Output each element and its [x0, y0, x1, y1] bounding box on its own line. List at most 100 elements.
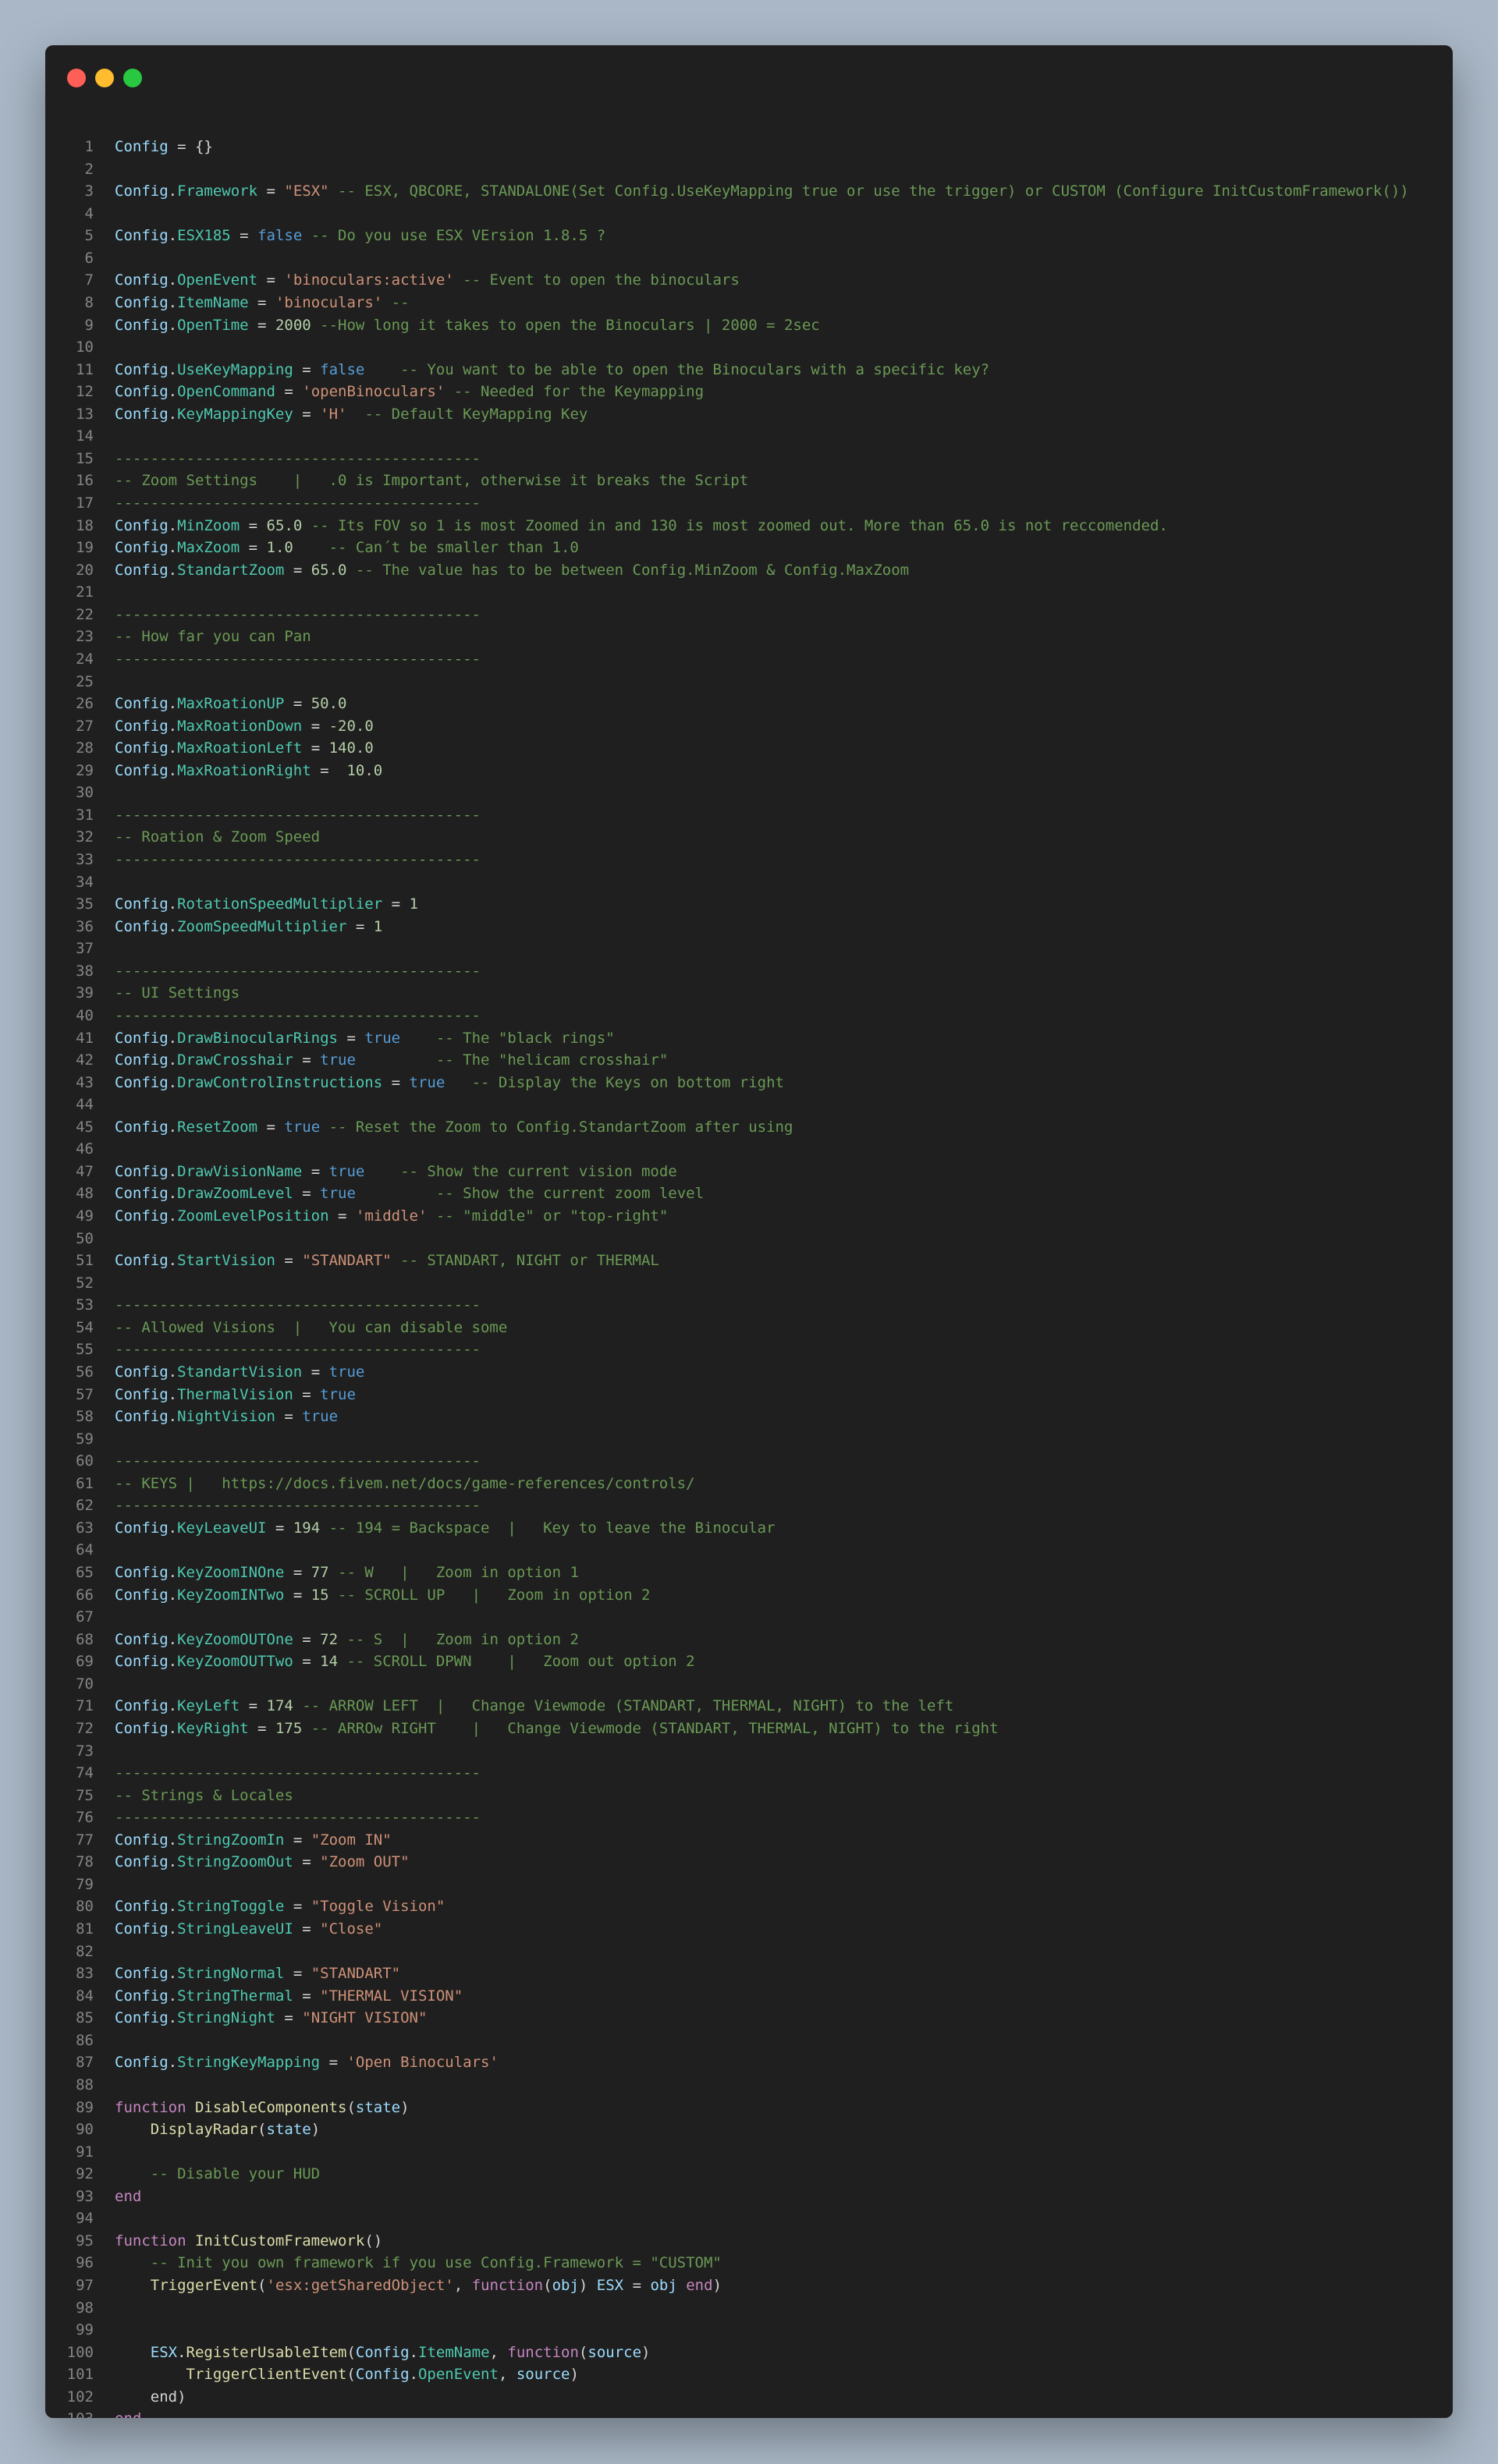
code-line[interactable]: 80 Config.StringToggle = "Toggle Vision"	[45, 1895, 1453, 1918]
code-line[interactable]: 78 Config.StringZoomOut = "Zoom OUT"	[45, 1851, 1453, 1874]
code-line[interactable]: 50	[45, 1228, 1453, 1250]
code-line[interactable]: 26 Config.MaxRoationUP = 50.0	[45, 693, 1453, 715]
code-line[interactable]: 100 ESX.RegisterUsableItem(Config.ItemNa…	[45, 2342, 1453, 2364]
code-line[interactable]: 88	[45, 2074, 1453, 2097]
code-line[interactable]: 99	[45, 2319, 1453, 2342]
code-line[interactable]: 65 Config.KeyZoomINOne = 77 -- W | Zoom i…	[45, 1562, 1453, 1584]
code-line[interactable]: 82	[45, 1941, 1453, 1963]
code-line[interactable]: 57 Config.ThermalVision = true	[45, 1384, 1453, 1406]
code-line[interactable]: 62 --------------------------------------…	[45, 1494, 1453, 1517]
code-line[interactable]: 69 Config.KeyZoomOUTTwo = 14 -- SCROLL DP…	[45, 1650, 1453, 1673]
code-line[interactable]: 83 Config.StringNormal = "STANDART"	[45, 1962, 1453, 1985]
code-line[interactable]: 44	[45, 1094, 1453, 1116]
code-line[interactable]: 38 --------------------------------------…	[45, 960, 1453, 983]
code-line[interactable]: 97 TriggerEvent('esx:getSharedObject', f…	[45, 2274, 1453, 2297]
code-line[interactable]: 8 Config.ItemName = 'binoculars' --	[45, 292, 1453, 314]
code-line[interactable]: 58 Config.NightVision = true	[45, 1406, 1453, 1428]
code-line[interactable]: 93 end	[45, 2186, 1453, 2208]
code-line[interactable]: 81 Config.StringLeaveUI = "Close"	[45, 1918, 1453, 1941]
code-line[interactable]: 17 --------------------------------------…	[45, 492, 1453, 515]
code-line[interactable]: 20 Config.StandartZoom = 65.0 -- The valu…	[45, 559, 1453, 582]
code-line[interactable]: 30	[45, 782, 1453, 804]
code-line[interactable]: 42 Config.DrawCrosshair = true -- The "he…	[45, 1049, 1453, 1072]
code-line[interactable]: 11 Config.UseKeyMapping = false -- You wa…	[45, 359, 1453, 381]
code-line[interactable]: 14	[45, 425, 1453, 448]
code-line[interactable]: 12 Config.OpenCommand = 'openBinoculars' …	[45, 381, 1453, 403]
code-line[interactable]: 16 -- Zoom Settings | .0 is Important, ot…	[45, 470, 1453, 492]
code-line[interactable]: 71 Config.KeyLeft = 174 -- ARROW LEFT | C…	[45, 1695, 1453, 1718]
code-line[interactable]: 74 --------------------------------------…	[45, 1762, 1453, 1785]
code-line[interactable]: 48 Config.DrawZoomLevel = true -- Show th…	[45, 1182, 1453, 1205]
code-line[interactable]: 91	[45, 2141, 1453, 2164]
code-line[interactable]: 53 --------------------------------------…	[45, 1294, 1453, 1317]
code-line[interactable]: 56 Config.StandartVision = true	[45, 1361, 1453, 1384]
code-line[interactable]: 46	[45, 1138, 1453, 1161]
code-line[interactable]: 101 TriggerClientEvent(Config.OpenEvent,…	[45, 2363, 1453, 2386]
code-line[interactable]: 28 Config.MaxRoationLeft = 140.0	[45, 737, 1453, 760]
code-line[interactable]: 86	[45, 2030, 1453, 2052]
code-line[interactable]: 31 --------------------------------------…	[45, 804, 1453, 827]
code-line[interactable]: 59	[45, 1428, 1453, 1451]
code-line[interactable]: 39 -- UI Settings	[45, 982, 1453, 1005]
code-line[interactable]: 90 DisplayRadar(state)	[45, 2118, 1453, 2141]
code-line[interactable]: 79	[45, 1874, 1453, 1896]
code-line[interactable]: 24 --------------------------------------…	[45, 648, 1453, 671]
code-line[interactable]: 73	[45, 1740, 1453, 1763]
code-line[interactable]: 35 Config.RotationSpeedMultiplier = 1	[45, 893, 1453, 916]
code-line[interactable]: 87 Config.StringKeyMapping = 'Open Binocu…	[45, 2051, 1453, 2074]
minimize-window-button[interactable]	[95, 69, 114, 87]
code-line[interactable]: 45 Config.ResetZoom = true -- Reset the Z…	[45, 1116, 1453, 1139]
code-line[interactable]: 27 Config.MaxRoationDown = -20.0	[45, 715, 1453, 738]
code-line[interactable]: 10	[45, 336, 1453, 359]
code-line[interactable]: 34	[45, 871, 1453, 894]
code-line[interactable]: 19 Config.MaxZoom = 1.0 -- Can´t be small…	[45, 537, 1453, 559]
code-line[interactable]: 51 Config.StartVision = "STANDART" -- STA…	[45, 1250, 1453, 1272]
code-line[interactable]: 92 -- Disable your HUD	[45, 2163, 1453, 2186]
code-line[interactable]: 63 Config.KeyLeaveUI = 194 -- 194 = Backs…	[45, 1517, 1453, 1540]
code-line[interactable]: 68 Config.KeyZoomOUTOne = 72 -- S | Zoom …	[45, 1629, 1453, 1651]
code-line[interactable]: 41 Config.DrawBinocularRings = true -- Th…	[45, 1027, 1453, 1050]
code-line[interactable]: 23 -- How far you can Pan	[45, 626, 1453, 648]
code-line[interactable]: 6	[45, 247, 1453, 270]
zoom-window-button[interactable]	[123, 69, 142, 87]
code-line[interactable]: 32 -- Roation & Zoom Speed	[45, 826, 1453, 849]
code-line[interactable]: 72 Config.KeyRight = 175 -- ARROw RIGHT |…	[45, 1718, 1453, 1740]
code-line[interactable]: 33 --------------------------------------…	[45, 849, 1453, 871]
code-line[interactable]: 7 Config.OpenEvent = 'binoculars:active' …	[45, 269, 1453, 292]
code-line[interactable]: 5 Config.ESX185 = false -- Do you use ESX…	[45, 225, 1453, 247]
code-line[interactable]: 52	[45, 1272, 1453, 1295]
code-line[interactable]: 2	[45, 158, 1453, 181]
code-line[interactable]: 89 function DisableComponents(state)	[45, 2097, 1453, 2119]
code-line[interactable]: 61 -- KEYS | https://docs.fivem.net/docs/…	[45, 1473, 1453, 1495]
code-line[interactable]: 103end	[45, 2408, 1453, 2418]
code-line[interactable]: 43 Config.DrawControlInstructions = true …	[45, 1072, 1453, 1094]
code-line[interactable]: 13 Config.KeyMappingKey = 'H' -- Default …	[45, 403, 1453, 426]
code-line[interactable]: 21	[45, 581, 1453, 604]
code-line[interactable]: 64	[45, 1539, 1453, 1562]
code-line[interactable]: 96 -- Init you own framework if you use …	[45, 2252, 1453, 2274]
code-line[interactable]: 22 --------------------------------------…	[45, 604, 1453, 626]
code-line[interactable]: 49 Config.ZoomLevelPosition = 'middle' --…	[45, 1205, 1453, 1228]
code-line[interactable]: 25	[45, 671, 1453, 693]
code-line[interactable]: 77 Config.StringZoomIn = "Zoom IN"	[45, 1829, 1453, 1852]
close-window-button[interactable]	[67, 69, 86, 87]
code-line[interactable]: 4	[45, 203, 1453, 225]
code-line[interactable]: 102 end)	[45, 2386, 1453, 2409]
code-line[interactable]: 66 Config.KeyZoomINTwo = 15 -- SCROLL UP …	[45, 1584, 1453, 1607]
code-line[interactable]: 67	[45, 1606, 1453, 1629]
code-area[interactable]: 1 Config = {} 2 3 Config.Framework = "ESX" -…	[45, 136, 1453, 2418]
code-line[interactable]: 15 --------------------------------------…	[45, 448, 1453, 470]
code-line[interactable]: 76 --------------------------------------…	[45, 1806, 1453, 1829]
code-line[interactable]: 47 Config.DrawVisionName = true -- Show t…	[45, 1161, 1453, 1183]
code-line[interactable]: 3 Config.Framework = "ESX" -- ESX, QBCORE…	[45, 180, 1453, 203]
code-line[interactable]: 75 -- Strings & Locales	[45, 1785, 1453, 1807]
code-line[interactable]: 95 function InitCustomFramework()	[45, 2230, 1453, 2253]
code-line[interactable]: 40 --------------------------------------…	[45, 1005, 1453, 1027]
code-line[interactable]: 54 -- Allowed Visions | You can disable s…	[45, 1317, 1453, 1339]
code-line[interactable]: 94	[45, 2207, 1453, 2230]
code-line[interactable]: 70	[45, 1673, 1453, 1696]
code-line[interactable]: 85 Config.StringNight = "NIGHT VISION"	[45, 2007, 1453, 2030]
code-line[interactable]: 60 --------------------------------------…	[45, 1450, 1453, 1473]
code-line[interactable]: 37	[45, 938, 1453, 960]
code-line[interactable]: 18 Config.MinZoom = 65.0 -- Its FOV so 1 …	[45, 515, 1453, 537]
